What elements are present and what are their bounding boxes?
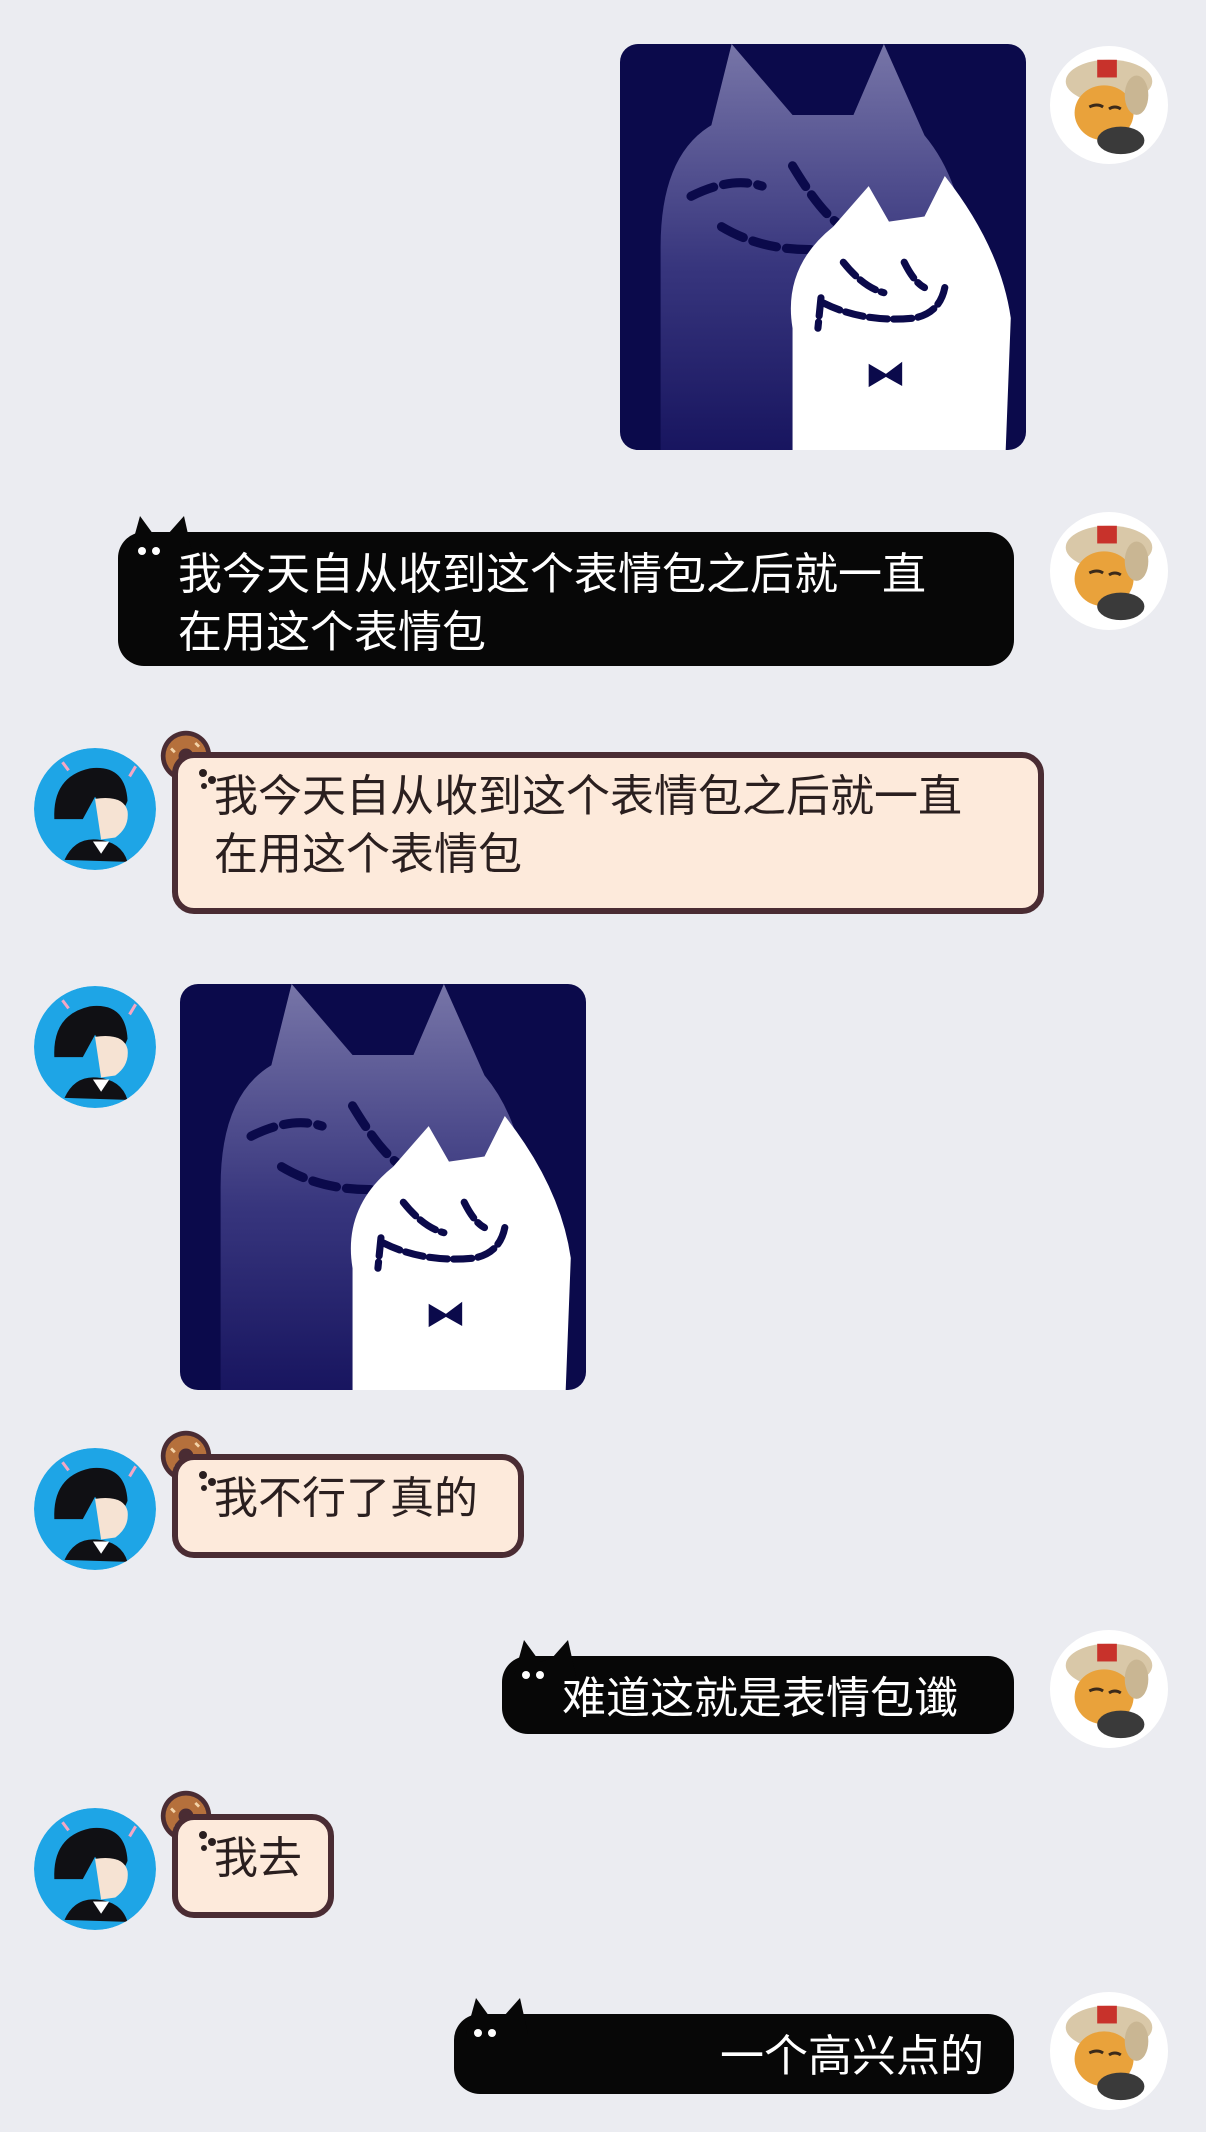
smirking-cat-sticker [180, 984, 586, 1390]
anime-boy-avatar-icon [34, 748, 156, 870]
cat-hat-avatar-icon [1050, 512, 1168, 630]
message-bubble-self[interactable]: 我今天自从收到这个表情包之后就一直 在用这个表情包 [118, 516, 1014, 666]
sticker-message[interactable] [620, 44, 1026, 450]
message-text-line: 我今天自从收到这个表情包之后就一直 [178, 549, 926, 600]
message-text-line: 我不行了真的 [214, 1473, 478, 1524]
avatar[interactable] [1050, 512, 1168, 630]
avatar[interactable] [1050, 46, 1168, 164]
message-text-line: 在用这个表情包 [214, 829, 522, 880]
message-text-line: 我去 [214, 1833, 302, 1884]
message-text-line: 在用这个表情包 [178, 607, 486, 658]
message-text-line: 我今天自从收到这个表情包之后就一直 [214, 771, 962, 822]
cat-hat-avatar-icon [1050, 46, 1168, 164]
cat-eyes-icon [138, 547, 160, 555]
avatar[interactable] [34, 986, 156, 1108]
anime-boy-avatar-icon [34, 1808, 156, 1930]
sparkle-dots-icon [199, 1471, 216, 1491]
cat-hat-avatar-icon [1050, 1992, 1168, 2110]
smirking-cat-sticker [620, 44, 1026, 450]
avatar[interactable] [34, 1808, 156, 1930]
sparkle-dots-icon [199, 769, 216, 789]
message-bubble-other[interactable]: 我去 [172, 1814, 334, 1918]
message-bubble-other[interactable]: 我今天自从收到这个表情包之后就一直 在用这个表情包 [172, 752, 1044, 914]
message-bubble-other[interactable]: 我不行了真的 [172, 1454, 524, 1558]
cat-eyes-icon [474, 2029, 496, 2037]
avatar[interactable] [34, 748, 156, 870]
avatar[interactable] [1050, 1630, 1168, 1748]
message-text-line: 一个高兴点的 [720, 2031, 984, 2082]
avatar[interactable] [34, 1448, 156, 1570]
message-bubble-self[interactable]: 一个高兴点的 [454, 1998, 1014, 2094]
avatar[interactable] [1050, 1992, 1168, 2110]
cat-hat-avatar-icon [1050, 1630, 1168, 1748]
anime-boy-avatar-icon [34, 1448, 156, 1570]
message-bubble-self[interactable]: 难道这就是表情包谶 [502, 1640, 1014, 1734]
sticker-message[interactable] [180, 984, 586, 1390]
cat-eyes-icon [522, 1671, 544, 1679]
anime-boy-avatar-icon [34, 986, 156, 1108]
sparkle-dots-icon [199, 1831, 216, 1851]
message-text-line: 难道这就是表情包谶 [562, 1673, 958, 1724]
